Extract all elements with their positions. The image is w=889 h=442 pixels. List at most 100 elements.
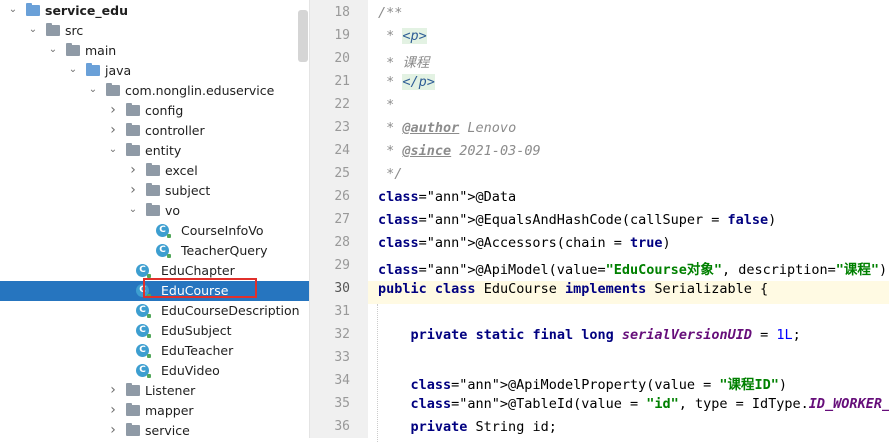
chevron-right-icon[interactable]: ›: [108, 123, 118, 137]
code-editor[interactable]: /** * <p> * 课程 * </p> * * @author Lenovo…: [368, 0, 889, 442]
folder-icon: [46, 23, 60, 36]
tree-item-label: config: [145, 103, 184, 118]
code-line[interactable]: * </p>: [378, 74, 435, 90]
tree-item-main[interactable]: ⌄ main: [0, 41, 309, 61]
tree-item-educoursedescription[interactable]: C EduCourseDescription: [0, 301, 309, 321]
folder-icon: [146, 203, 160, 216]
tree-item-vo[interactable]: ⌄ vo: [0, 201, 309, 221]
line-number: 27: [334, 212, 350, 227]
line-number: 26: [334, 189, 350, 204]
chevron-down-icon[interactable]: ⌄: [28, 23, 38, 37]
tree-item-label: controller: [145, 123, 205, 138]
tree-scrollbar[interactable]: [298, 10, 308, 62]
tree-item-label: EduCourseDescription: [161, 303, 300, 318]
line-number: 24: [334, 143, 350, 158]
code-line[interactable]: class="ann">@TableId(value = "id", type …: [378, 396, 889, 412]
code-line[interactable]: * <p>: [378, 28, 427, 44]
tree-item-label: src: [65, 23, 84, 38]
code-line[interactable]: private String id;: [378, 419, 557, 435]
tree-item-service-edu[interactable]: ⌄ service_edu: [0, 1, 309, 21]
code-line[interactable]: * @author Lenovo: [378, 120, 516, 136]
line-number: 34: [334, 373, 350, 388]
tree-item-entity[interactable]: ⌄ entity: [0, 141, 309, 161]
project-tree: ⌄ service_edu ⌄ src ⌄ main ⌄ java ⌄ com.nonglin.e…: [0, 0, 310, 438]
tree-item-teacherquery[interactable]: C TeacherQuery: [0, 241, 309, 261]
chevron-down-icon[interactable]: ⌄: [128, 203, 138, 217]
tree-item-courseinfovo[interactable]: C CourseInfoVo: [0, 221, 309, 241]
line-number: 25: [334, 166, 350, 181]
tree-item-label: java: [105, 63, 132, 78]
tree-item-subject[interactable]: › subject: [0, 181, 309, 201]
line-number: 33: [334, 350, 350, 365]
class-icon: C: [136, 364, 151, 378]
code-line[interactable]: *: [378, 97, 394, 113]
tree-item-eduteacher[interactable]: C EduTeacher: [0, 341, 309, 361]
module-icon: [26, 3, 40, 16]
chevron-right-icon[interactable]: ›: [128, 163, 138, 177]
tree-item-edusubject[interactable]: C EduSubject: [0, 321, 309, 341]
tree-item-label: service_edu: [45, 3, 128, 18]
code-line[interactable]: class="ann">@Data: [378, 189, 516, 205]
class-icon: C: [156, 244, 171, 258]
chevron-down-icon[interactable]: ⌄: [88, 83, 98, 97]
chevron-down-icon[interactable]: ⌄: [48, 43, 58, 57]
folder-icon: [126, 423, 140, 436]
code-line[interactable]: class="ann">@ApiModel(value="EduCourse对象…: [378, 258, 887, 278]
tree-item-config[interactable]: › config: [0, 101, 309, 121]
code-line[interactable]: class="ann">@EqualsAndHashCode(callSuper…: [378, 212, 776, 228]
code-line[interactable]: private static final long serialVersionU…: [378, 327, 801, 343]
line-number-gutter: 18 19 20 21 22 23 24 25 26 27 28 29 30 31 32 33 34 35 36: [310, 0, 368, 438]
class-icon: C: [156, 224, 171, 238]
line-number: 20: [334, 51, 350, 66]
tree-item-label: Listener: [145, 383, 196, 398]
code-line[interactable]: * @since 2021-03-09: [378, 143, 540, 159]
class-icon: C: [136, 264, 151, 278]
tree-item-label: entity: [145, 143, 182, 158]
line-number: 23: [334, 120, 350, 135]
line-number: 28: [334, 235, 350, 250]
folder-icon: [126, 383, 140, 396]
tree-item-label: EduVideo: [161, 363, 220, 378]
class-icon: C: [136, 304, 151, 318]
code-line[interactable]: /**: [378, 5, 402, 21]
chevron-down-icon[interactable]: ⌄: [68, 63, 78, 77]
chevron-right-icon[interactable]: ›: [108, 103, 118, 117]
line-number: 22: [334, 97, 350, 112]
chevron-right-icon[interactable]: ›: [108, 423, 118, 437]
tree-item-excel[interactable]: › excel: [0, 161, 309, 181]
folder-icon: [126, 103, 140, 116]
line-number: 32: [334, 327, 350, 342]
chevron-right-icon[interactable]: ›: [108, 403, 118, 417]
chevron-right-icon[interactable]: ›: [128, 183, 138, 197]
tree-item-label: TeacherQuery: [181, 243, 268, 258]
chevron-right-icon[interactable]: ›: [108, 383, 118, 397]
line-number: 35: [334, 396, 350, 411]
folder-icon: [126, 403, 140, 416]
tree-item-label: subject: [165, 183, 211, 198]
code-line[interactable]: * 课程: [378, 51, 429, 71]
tree-item-label: excel: [165, 163, 198, 178]
tree-item-eduvideo[interactable]: C EduVideo: [0, 361, 309, 381]
tree-item-label: EduSubject: [161, 323, 232, 338]
tree-item-label: vo: [165, 203, 181, 218]
code-line[interactable]: class="ann">@Accessors(chain = true): [378, 235, 671, 251]
tree-item-label: main: [85, 43, 117, 58]
folder-icon: [146, 163, 160, 176]
tree-item-com-nonglin-eduservice[interactable]: ⌄ com.nonglin.eduservice: [0, 81, 309, 101]
line-number: 19: [334, 28, 350, 43]
tree-item-service[interactable]: › service: [0, 421, 309, 438]
code-line[interactable]: class="ann">@ApiModelProperty(value = "课…: [378, 373, 788, 393]
tree-item-mapper[interactable]: › mapper: [0, 401, 309, 421]
line-number: 29: [334, 258, 350, 273]
chevron-down-icon[interactable]: ⌄: [8, 3, 18, 17]
tree-item-listener[interactable]: › Listener: [0, 381, 309, 401]
code-line[interactable]: */: [378, 166, 402, 182]
chevron-down-icon[interactable]: ⌄: [108, 143, 118, 157]
code-line[interactable]: public class EduCourse implements Serial…: [378, 281, 768, 297]
tree-item-java[interactable]: ⌄ java: [0, 61, 309, 81]
indent-guide: [377, 304, 378, 442]
tree-item-src[interactable]: ⌄ src: [0, 21, 309, 41]
line-number: 31: [334, 304, 350, 319]
tree-item-controller[interactable]: › controller: [0, 121, 309, 141]
line-number: 36: [334, 419, 350, 434]
